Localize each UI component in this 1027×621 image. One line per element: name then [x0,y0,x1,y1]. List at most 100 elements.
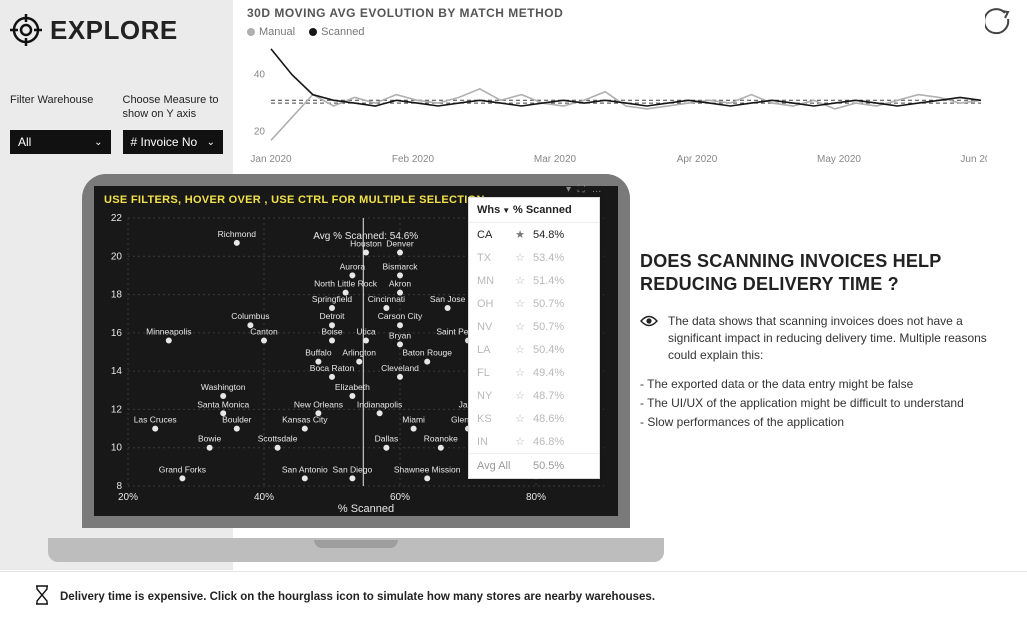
svg-text:Grand Forks: Grand Forks [159,464,206,474]
svg-text:Aurora: Aurora [340,261,366,271]
whs-code: NY [477,390,513,402]
star-icon[interactable]: ☆ [513,366,527,379]
whs-value: 50.4% [533,344,564,356]
svg-text:Boise: Boise [321,327,343,337]
svg-text:Roanoke: Roanoke [424,434,458,444]
star-icon[interactable]: ☆ [513,320,527,333]
svg-text:New Orleans: New Orleans [294,399,343,409]
svg-text:Bryan: Bryan [389,330,411,340]
svg-text:Dallas: Dallas [375,434,399,444]
eye-icon [640,313,658,363]
table-row[interactable]: TX☆53.4% [469,246,599,269]
svg-text:22: 22 [111,214,123,224]
whs-code: MN [477,275,513,287]
star-icon[interactable]: ☆ [513,274,527,287]
svg-text:Akron: Akron [389,279,411,289]
chevron-down-icon: ⌄ [94,137,102,148]
svg-text:Arlington: Arlington [342,348,376,358]
svg-text:% Scanned: % Scanned [338,503,394,514]
svg-text:Bowie: Bowie [198,434,221,444]
svg-text:Jan 2020: Jan 2020 [250,154,292,165]
whs-value: 48.6% [533,413,564,425]
svg-text:Buffalo: Buffalo [305,348,332,358]
table-row[interactable]: NV☆50.7% [469,315,599,338]
svg-text:Richmond: Richmond [218,229,257,239]
whs-value: 49.4% [533,367,564,379]
star-icon[interactable]: ★ [513,228,527,241]
filter-measure-value: # Invoice No [131,135,198,149]
svg-text:Washington: Washington [201,382,246,392]
svg-text:8: 8 [116,481,122,492]
filter-measure-dropdown[interactable]: # Invoice No ⌄ [123,130,224,154]
star-icon[interactable]: ☆ [513,297,527,310]
whs-value: 46.8% [533,436,564,448]
back-button[interactable] [985,8,1013,41]
table-row[interactable]: OH☆50.7% [469,292,599,315]
table-row[interactable]: FL☆ 49.4% [469,361,599,384]
svg-text:20: 20 [111,251,123,262]
table-row[interactable]: IN☆46.8% [469,430,599,453]
page-title: EXPLORE [50,15,178,46]
svg-text:Kansas City: Kansas City [282,415,328,425]
svg-text:North Little Rock: North Little Rock [314,279,378,289]
table-header-icons[interactable]: ▾ ⛶ … [566,184,604,195]
star-icon[interactable]: ☆ [513,343,527,356]
analysis-bullet: - The UI/UX of the application might be … [640,394,1013,413]
star-icon[interactable]: ☆ [513,389,527,402]
star-icon[interactable]: ☆ [513,435,527,448]
svg-text:Denver: Denver [386,238,414,248]
whs-value: 51.4% [533,275,564,287]
svg-text:10: 10 [111,443,123,454]
table-row[interactable]: MN☆ 51.4% [469,269,599,292]
whs-value: 48.7% [533,390,564,402]
table-row[interactable]: KS☆48.6% [469,407,599,430]
table-row[interactable]: NY☆ 48.7% [469,384,599,407]
warehouse-table[interactable]: Whs▼ % Scanned CA★54.8%TX☆53.4%MN☆51.4%O… [468,197,600,479]
analysis-bullet: - Slow performances of the application [640,413,1013,432]
table-col-whs[interactable]: Whs [477,204,500,216]
analysis-lead: The data shows that scanning invoices do… [668,313,1013,363]
whs-code: OH [477,298,513,310]
svg-text:Miami: Miami [402,415,425,425]
table-foot-label: Avg All [477,460,533,472]
svg-text:Boca Raton: Boca Raton [310,363,355,373]
svg-text:Santa Monica: Santa Monica [197,399,249,409]
analysis-title: DOES SCANNING INVOICES HELP REDUCING DEL… [640,250,1013,295]
legend-manual: Manual [247,26,295,38]
whs-code: NV [477,321,513,333]
line-chart-svg[interactable]: 2040Jan 2020Feb 2020Mar 2020Apr 2020May … [247,42,987,166]
whs-value: 53.4% [533,252,564,264]
whs-value: 54.8% [533,229,564,241]
hourglass-icon[interactable] [34,585,50,608]
svg-text:14: 14 [111,366,123,377]
svg-text:Boulder: Boulder [222,415,251,425]
analysis-panel: DOES SCANNING INVOICES HELP REDUCING DEL… [640,250,1013,431]
svg-text:Elizabeth: Elizabeth [335,382,370,392]
star-icon[interactable]: ☆ [513,412,527,425]
svg-text:Apr 2020: Apr 2020 [677,154,718,165]
table-foot-value: 50.5% [533,460,564,472]
filter-warehouse-dropdown[interactable]: All ⌄ [10,130,111,154]
footer: Delivery time is expensive. Click on the… [0,571,1027,621]
svg-text:40%: 40% [254,492,274,503]
svg-text:Springfield: Springfield [312,294,352,304]
svg-text:Cleveland: Cleveland [381,363,419,373]
table-row[interactable]: LA☆50.4% [469,338,599,361]
svg-text:Columbus: Columbus [231,311,269,321]
svg-text:Bismarck: Bismarck [383,261,419,271]
top-chart-title: 30D MOVING AVG EVOLUTION BY MATCH METHOD [247,6,977,20]
svg-text:Baton Rouge: Baton Rouge [402,348,452,358]
svg-text:Scottsdale: Scottsdale [258,434,298,444]
svg-text:Indianapolis: Indianapolis [357,399,402,409]
whs-code: CA [477,229,513,241]
svg-text:Jun 2020: Jun 2020 [960,154,987,165]
svg-text:12: 12 [111,404,123,415]
filter-measure-label: Choose Measure to show on Y axis [123,94,224,122]
star-icon[interactable]: ☆ [513,251,527,264]
svg-text:Detroit: Detroit [319,311,345,321]
svg-text:40: 40 [254,70,266,81]
table-row[interactable]: CA★ 54.8% [469,223,599,246]
top-line-chart: 30D MOVING AVG EVOLUTION BY MATCH METHOD… [233,0,977,170]
whs-code: FL [477,367,513,379]
table-col-scanned[interactable]: % Scanned [513,204,572,216]
